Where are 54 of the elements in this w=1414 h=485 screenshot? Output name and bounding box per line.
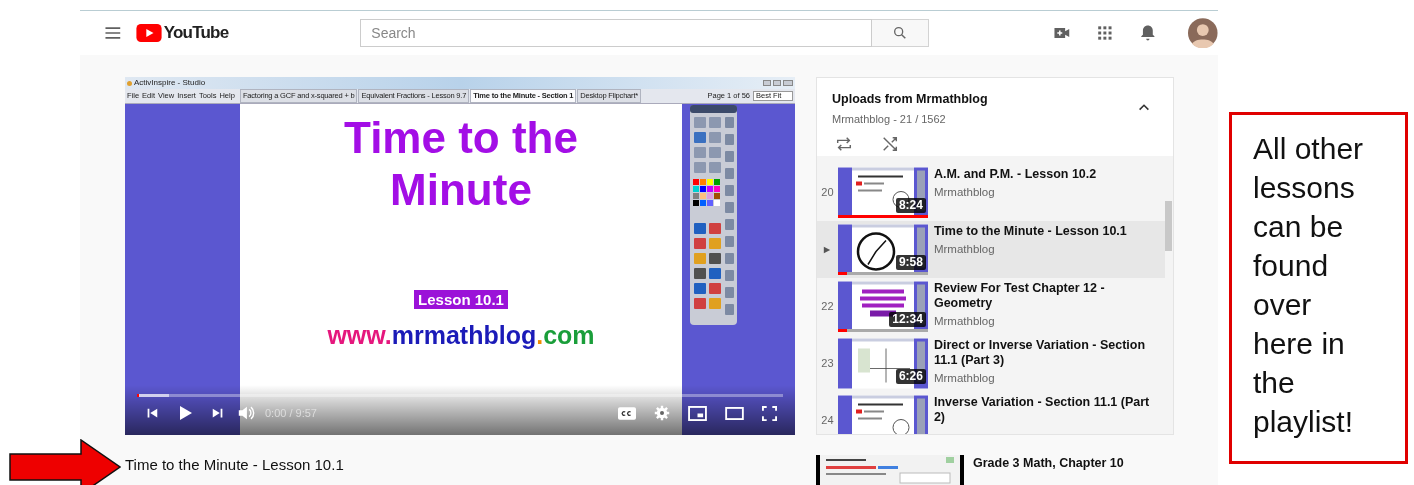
volume-icon[interactable] (237, 404, 255, 422)
search-icon (892, 25, 909, 42)
slide-title: Time to the (344, 112, 578, 164)
logo-text[interactable]: YouTube (163, 20, 229, 46)
item-index: 24 (821, 413, 834, 429)
playlist-item[interactable]: 20 8:24 A.M. and P.M. - Lesson 10.2 Mrmathblog (817, 164, 1165, 221)
item-title[interactable]: Direct or Inverse Variation - Section 11.1 (Part 3) (933, 338, 1151, 368)
playlist-title: Uploads from Mrmathblog (832, 91, 988, 108)
callout-text: All other lessons can be found over here in the playlist! (1253, 131, 1365, 440)
scrollbar-thumb[interactable] (1165, 201, 1172, 251)
previous-icon[interactable] (145, 406, 159, 420)
item-title[interactable]: A.M. and P.M. - Lesson 10.2 (933, 167, 1151, 182)
fullscreen-icon[interactable] (762, 405, 777, 421)
slide-url: www.mrmathblog.com (327, 321, 595, 349)
playlist-item[interactable]: 23 6:26 Direct or Inverse Variation - Section 11.1 (Part 3) Mrmathblog (817, 335, 1165, 392)
item-title[interactable]: Inverse Variation - Section 11.1 (Part 2) (933, 395, 1151, 425)
shuffle-icon[interactable] (881, 135, 899, 154)
next-video-title[interactable]: Grade 3 Math, Chapter 10 (973, 455, 1124, 485)
duration-badge: 9:58 (895, 255, 926, 270)
duration-badge: 8:24 (895, 198, 926, 213)
item-channel: Mrmathblog (933, 371, 996, 386)
avatar-icon[interactable] (1188, 18, 1218, 49)
video-player[interactable] (125, 77, 795, 435)
now-playing-icon (823, 245, 832, 254)
item-index: 20 (821, 185, 834, 201)
play-icon[interactable] (177, 405, 193, 421)
item-title[interactable]: Time to the Minute - Lesson 10.1 (933, 224, 1151, 239)
arrow-icon (9, 439, 121, 485)
item-channel: Mrmathblog (933, 242, 996, 257)
slide-title: Minute (390, 164, 532, 216)
item-index: 22 (821, 299, 834, 315)
apps-icon[interactable] (1096, 24, 1114, 43)
duration-badge: 6:26 (895, 369, 926, 384)
progress-track[interactable] (137, 394, 783, 397)
playlist-subtitle: Mrmathblog - 21 / 1562 (832, 111, 947, 127)
miniplayer-icon[interactable] (688, 405, 707, 421)
logo-icon[interactable] (135, 24, 162, 43)
settings-icon[interactable] (654, 405, 670, 421)
theater-mode-icon[interactable] (725, 406, 744, 420)
app-window-title: ActivInspire - Studio (134, 79, 206, 87)
playlist-item[interactable]: 22 12:34 Review For Test Chapter 12 - Geometry Mrmathblog (817, 278, 1165, 335)
item-channel: Mrmathblog (933, 185, 996, 200)
item-channel: Mrmathblog (933, 314, 996, 329)
slide-badge: Lesson 10.1 (414, 290, 508, 309)
next-icon[interactable] (211, 406, 225, 420)
item-title[interactable]: Review For Test Chapter 12 - Geometry (933, 281, 1151, 311)
app-logo-icon (127, 80, 132, 86)
item-index: 23 (821, 356, 834, 372)
video-title: Time to the Minute - Lesson 10.1 (125, 455, 345, 475)
playlist-item[interactable]: 9:58 Time to the Minute - Lesson 10.1 Mrmathblog (817, 221, 1165, 278)
playlist-item[interactable]: 24 Inverse Variation - Section 11.1 (Part 2) (817, 392, 1165, 434)
search-field[interactable]: Search (360, 19, 873, 48)
duration-badge: 12:34 (889, 312, 926, 327)
loop-icon[interactable] (835, 135, 853, 154)
